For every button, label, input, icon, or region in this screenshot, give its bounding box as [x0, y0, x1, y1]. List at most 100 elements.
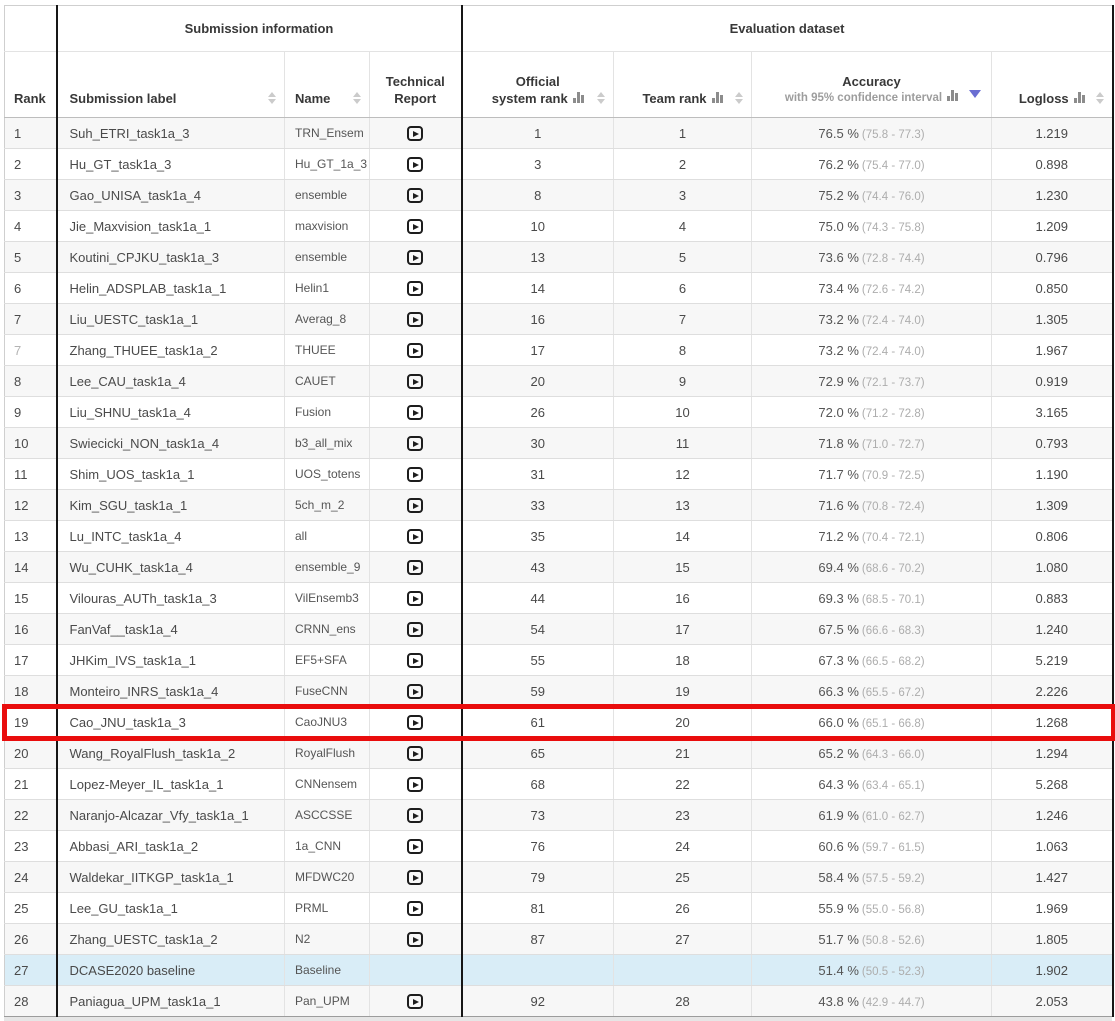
team-rank-header-label: Team rank [642, 91, 706, 106]
logloss-cell: 1.246 [992, 800, 1113, 831]
technical-report-icon[interactable] [407, 839, 423, 854]
technical-report-icon[interactable] [407, 684, 423, 699]
accuracy-cell: 43.8 %(42.9 - 44.7) [752, 986, 992, 1017]
column-header-official-system-rank[interactable]: Official system rank [462, 52, 614, 118]
technical-report-icon[interactable] [407, 870, 423, 885]
table-row: 19 Cao_JNU_task1a_3 CaoJNU3 61 20 66.0 %… [5, 707, 1113, 738]
submission-label-cell: Koutini_CPJKU_task1a_3 [57, 242, 285, 273]
confidence-interval: (65.1 - 66.8) [862, 718, 925, 730]
accuracy-value: 72.0 % [818, 405, 858, 420]
accuracy-cell: 66.0 %(65.1 - 66.8) [752, 707, 992, 738]
technical-report-icon[interactable] [407, 808, 423, 823]
official-system-rank-cell: 61 [462, 707, 614, 738]
name-cell: ensemble [285, 180, 370, 211]
logloss-cell: 1.209 [992, 211, 1113, 242]
technical-report-icon[interactable] [407, 901, 423, 916]
technical-report-icon[interactable] [407, 436, 423, 451]
submission-label-cell: Abbasi_ARI_task1a_2 [57, 831, 285, 862]
accuracy-cell: 73.2 %(72.4 - 74.0) [752, 304, 992, 335]
name-cell: THUEE [285, 335, 370, 366]
technical-report-icon[interactable] [407, 312, 423, 327]
name-cell: N2 [285, 924, 370, 955]
column-header-team-rank[interactable]: Team rank [614, 52, 752, 118]
technical-report-icon[interactable] [407, 188, 423, 203]
confidence-interval: (74.4 - 76.0) [862, 191, 925, 203]
accuracy-value: 51.7 % [818, 932, 858, 947]
accuracy-cell: 55.9 %(55.0 - 56.8) [752, 893, 992, 924]
column-header-rank: Rank [5, 52, 57, 118]
technical-report-icon[interactable] [407, 498, 423, 513]
technical-report-cell [370, 831, 462, 862]
technical-report-icon[interactable] [407, 467, 423, 482]
rank-cell: 7 [5, 335, 57, 366]
technical-report-icon[interactable] [407, 932, 423, 947]
confidence-interval: (61.0 - 62.7) [862, 811, 925, 823]
technical-report-icon[interactable] [407, 715, 423, 730]
accuracy-value: 75.0 % [818, 219, 858, 234]
rank-header-label: Rank [14, 91, 46, 106]
submission-label-cell: DCASE2020 baseline [57, 955, 285, 986]
column-header-logloss[interactable]: Logloss [992, 52, 1113, 118]
table-row: 20 Wang_RoyalFlush_task1a_2 RoyalFlush 6… [5, 738, 1113, 769]
technical-report-icon[interactable] [407, 653, 423, 668]
column-header-submission-label[interactable]: Submission label [57, 52, 285, 118]
official-system-rank-cell: 30 [462, 428, 614, 459]
team-rank-cell: 15 [614, 552, 752, 583]
team-rank-cell: 18 [614, 645, 752, 676]
technical-report-cell [370, 924, 462, 955]
accuracy-cell: 76.2 %(75.4 - 77.0) [752, 149, 992, 180]
confidence-interval: (57.5 - 59.2) [862, 873, 925, 885]
official-system-rank-cell: 55 [462, 645, 614, 676]
official-system-rank-cell: 87 [462, 924, 614, 955]
technical-report-cell [370, 521, 462, 552]
technical-report-icon[interactable] [407, 591, 423, 606]
submission-label-cell: Liu_SHNU_task1a_4 [57, 397, 285, 428]
technical-report-icon[interactable] [407, 529, 423, 544]
accuracy-cell: 69.3 %(68.5 - 70.1) [752, 583, 992, 614]
technical-report-cell [370, 986, 462, 1017]
rank-cell: 15 [5, 583, 57, 614]
table-row: 7 Liu_UESTC_task1a_1 Averag_8 16 7 73.2 … [5, 304, 1113, 335]
column-header-accuracy[interactable]: Accuracy with 95% confidence interval [752, 52, 992, 118]
accuracy-value: 69.3 % [818, 591, 858, 606]
logloss-cell: 1.190 [992, 459, 1113, 490]
submission-label-cell: Liu_UESTC_task1a_1 [57, 304, 285, 335]
team-rank-cell: 1 [614, 118, 752, 149]
confidence-interval: (72.1 - 73.7) [862, 377, 925, 389]
technical-report-icon[interactable] [407, 343, 423, 358]
rank-cell: 2 [5, 149, 57, 180]
official-system-rank-cell: 68 [462, 769, 614, 800]
technical-report-icon[interactable] [407, 994, 423, 1009]
rank-cell: 25 [5, 893, 57, 924]
technical-report-icon[interactable] [407, 405, 423, 420]
technical-report-icon[interactable] [407, 746, 423, 761]
technical-report-cell [370, 769, 462, 800]
technical-report-cell [370, 459, 462, 490]
technical-report-cell [370, 645, 462, 676]
technical-report-icon[interactable] [407, 126, 423, 141]
rank-cell: 17 [5, 645, 57, 676]
team-rank-cell: 17 [614, 614, 752, 645]
technical-report-icon[interactable] [407, 374, 423, 389]
technical-report-icon[interactable] [407, 219, 423, 234]
technical-report-icon[interactable] [407, 777, 423, 792]
official-system-rank-cell: 3 [462, 149, 614, 180]
logloss-cell: 0.919 [992, 366, 1113, 397]
rank-cell: 7 [5, 304, 57, 335]
logloss-cell: 2.226 [992, 676, 1113, 707]
technical-report-icon[interactable] [407, 157, 423, 172]
team-rank-cell: 26 [614, 893, 752, 924]
name-cell: ensemble_9 [285, 552, 370, 583]
technical-report-icon[interactable] [407, 250, 423, 265]
technical-report-icon[interactable] [407, 560, 423, 575]
table-row: 22 Naranjo-Alcazar_Vfy_task1a_1 ASCCSSE … [5, 800, 1113, 831]
name-header-label: Name [295, 91, 330, 106]
accuracy-cell: 75.2 %(74.4 - 76.0) [752, 180, 992, 211]
column-header-name[interactable]: Name [285, 52, 370, 118]
name-cell: UOS_totens [285, 459, 370, 490]
accuracy-cell: 51.7 %(50.8 - 52.6) [752, 924, 992, 955]
technical-report-icon[interactable] [407, 281, 423, 296]
logloss-cell: 1.967 [992, 335, 1113, 366]
team-rank-cell: 22 [614, 769, 752, 800]
technical-report-icon[interactable] [407, 622, 423, 637]
